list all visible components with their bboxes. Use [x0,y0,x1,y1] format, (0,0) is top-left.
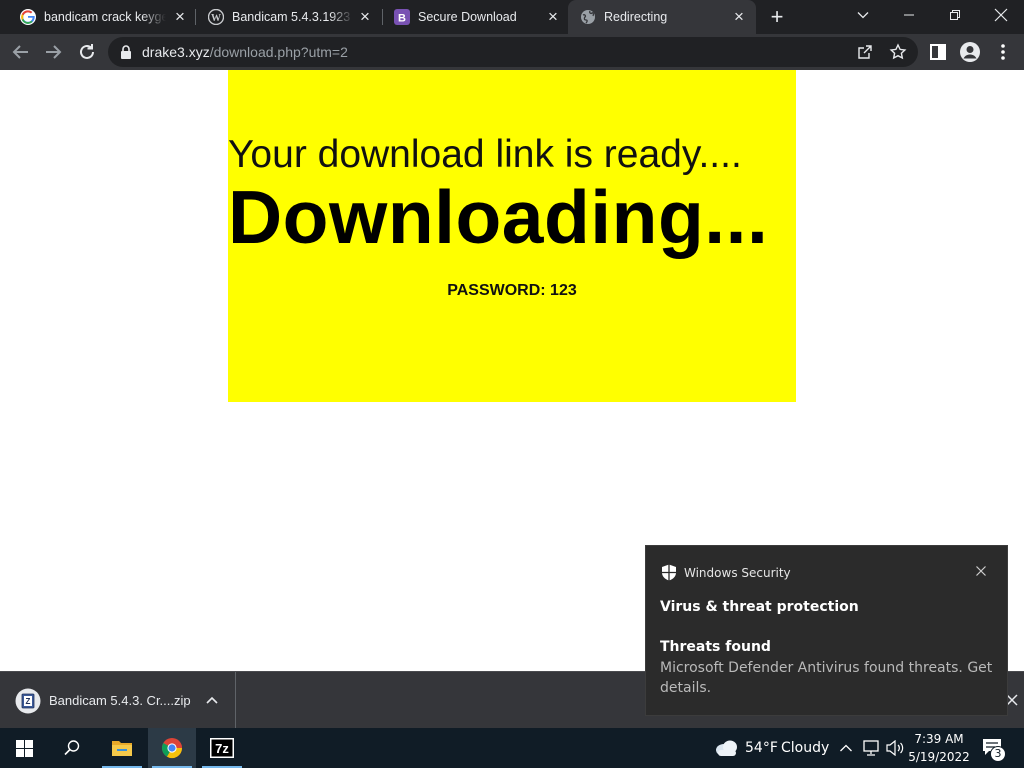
windows-taskbar: 7z 54°F Cloudy 7:39 AM 5/19/2022 3 [0,728,1024,768]
tab-bandicam-search[interactable]: bandicam crack keygen × [8,0,194,34]
bootstrap-b-icon: B [394,9,410,25]
share-icon[interactable] [857,44,873,60]
windows-logo-icon [16,740,33,757]
chevron-up-icon[interactable] [205,694,219,706]
url-host: drake3.xyz [142,44,210,60]
tab-title: Redirecting [604,10,668,24]
chrome-icon [161,738,183,759]
reload-icon[interactable] [75,40,99,64]
restore-button[interactable] [932,0,978,34]
svg-text:W: W [211,13,221,24]
browser-toolbar: drake3.xyz/download.php?utm=2 [0,34,1024,70]
network-icon[interactable] [862,740,880,756]
bookmark-star-icon[interactable] [889,43,907,61]
address-bar[interactable]: drake3.xyz/download.php?utm=2 [108,37,918,67]
google-g-icon [20,9,36,25]
volume-icon[interactable] [885,740,905,756]
svg-text:7z: 7z [215,741,229,756]
url-path: /download.php?utm=2 [209,44,348,60]
search-button[interactable] [48,728,96,768]
svg-text:Z: Z [26,697,31,706]
download-file-name: Bandicam 5.4.3. Cr....zip [49,693,191,708]
new-tab-button[interactable]: + [766,6,788,28]
tab-search-button[interactable] [840,0,886,34]
download-banner: Your download link is ready.... Download… [228,70,796,402]
tab-close-icon[interactable]: × [545,8,561,25]
taskbar-file-explorer[interactable] [98,728,146,768]
cloud-icon[interactable] [714,738,740,758]
notification-heading: Virus & threat protection [660,599,859,615]
zip-file-icon: Z [15,688,41,714]
tab-redirecting[interactable]: Redirecting × [568,0,756,34]
close-icon[interactable] [975,565,987,577]
minimize-icon [904,14,914,16]
tab-close-icon[interactable]: × [172,8,188,25]
tab-title: Secure Download [418,10,517,24]
download-item[interactable]: Z Bandicam 5.4.3. Cr....zip [0,672,236,729]
search-icon [64,740,80,756]
back-arrow-icon[interactable] [9,40,33,64]
chevron-up-icon[interactable] [839,742,853,754]
notification-title: Threats found [660,639,771,655]
clock-time[interactable]: 7:39 AM [906,731,972,747]
start-button[interactable] [0,728,48,768]
taskbar-chrome[interactable] [148,728,196,768]
weather-temperature[interactable]: 54°F [745,740,778,756]
7zip-icon: 7z [210,738,234,758]
tab-close-icon[interactable]: × [731,8,747,25]
globe-icon [581,10,595,24]
file-explorer-icon [112,741,132,756]
action-center-button[interactable]: 3 [980,736,1008,762]
clock-date[interactable]: 5/19/2022 [906,749,972,765]
taskbar-7zip[interactable]: 7z [198,728,246,768]
forward-arrow-icon[interactable] [41,40,65,64]
tab-bandicam-crack[interactable]: W Bandicam 5.4.3.1923 Cr × [196,0,382,34]
notification-count-badge: 3 [990,746,1006,762]
ready-text: Your download link is ready.... [228,133,742,176]
tab-close-icon[interactable]: × [357,8,373,25]
tab-secure-download[interactable]: B Secure Download × [382,0,568,34]
tab-strip: bandicam crack keygen × W Bandicam 5.4.3… [0,0,1024,34]
profile-icon[interactable] [958,40,982,64]
side-panel-icon[interactable] [926,40,950,64]
chevron-down-icon [857,12,869,19]
downloading-heading: Downloading... [228,175,769,259]
close-window-button[interactable] [978,0,1024,34]
notification-body: Microsoft Defender Antivirus found threa… [660,660,993,696]
notification-app-name: Windows Security [684,566,791,580]
url-text: drake3.xyz/download.php?utm=2 [142,44,348,60]
svg-text:B: B [398,13,406,25]
tab-title: Bandicam 5.4.3.1923 Cr [232,10,354,24]
password-text: PASSWORD: 123 [447,282,577,299]
security-notification[interactable]: Windows Security Virus & threat protecti… [645,545,1008,716]
close-icon [994,8,1008,22]
minimize-button[interactable] [886,0,932,34]
shield-icon [662,564,676,581]
weather-condition[interactable]: Cloudy [781,740,829,756]
restore-icon [950,10,960,20]
tab-title: bandicam crack keygen [44,10,166,24]
lock-icon[interactable] [120,45,132,59]
wordpress-icon: W [208,9,224,25]
menu-kebab-icon[interactable] [991,40,1015,64]
